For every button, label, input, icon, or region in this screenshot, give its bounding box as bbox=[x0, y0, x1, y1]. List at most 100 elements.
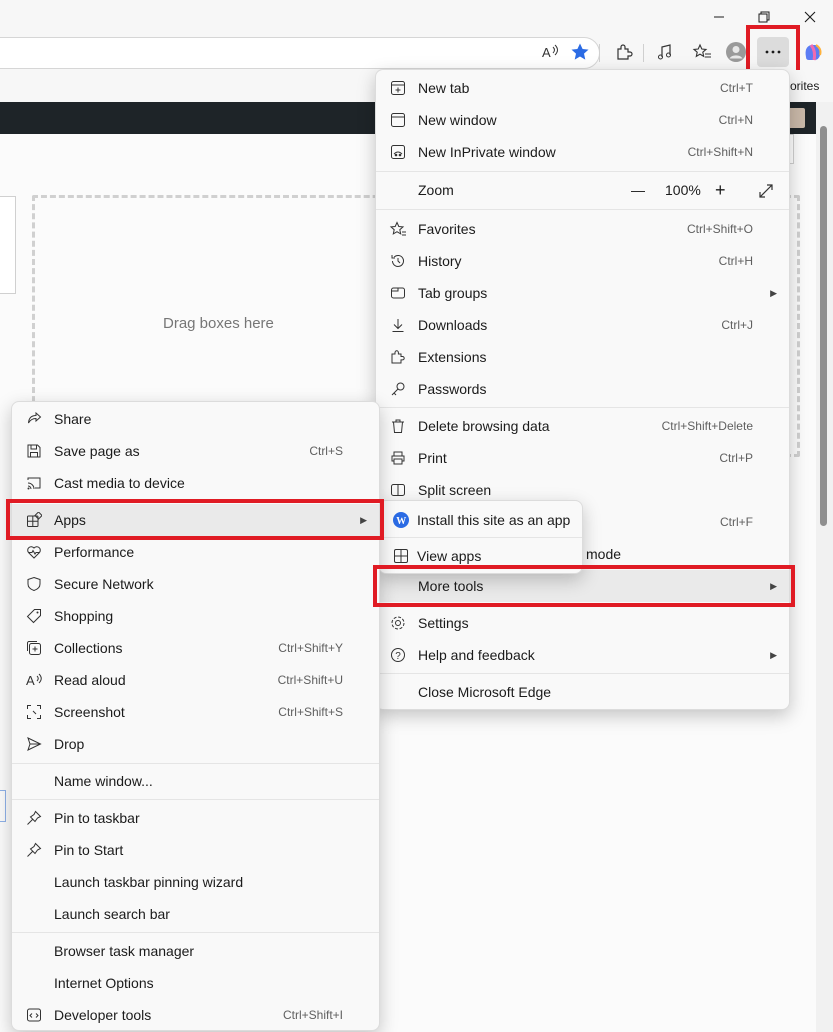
menu-item-name-window[interactable]: Name window... bbox=[12, 765, 379, 797]
menu-item-internet-options[interactable]: Internet Options bbox=[12, 967, 379, 999]
menu-item-screenshot[interactable]: Screenshot Ctrl+Shift+S bbox=[12, 696, 379, 728]
menu-item-new-window[interactable]: New window Ctrl+N bbox=[376, 104, 789, 136]
menu-item-tab-groups[interactable]: Tab groups ▶ bbox=[376, 277, 789, 309]
menu-item-settings[interactable]: Settings bbox=[376, 607, 789, 639]
submenu-arrow-icon: ▶ bbox=[770, 649, 777, 660]
menu-separator bbox=[376, 407, 789, 408]
menu-item-passwords[interactable]: Passwords bbox=[376, 373, 789, 405]
menu-item-developer-tools[interactable]: Developer tools Ctrl+Shift+I bbox=[12, 999, 379, 1031]
gear-icon bbox=[388, 613, 408, 633]
downloads-icon bbox=[388, 315, 408, 335]
svg-text:A: A bbox=[26, 673, 35, 688]
highlight-apps-item bbox=[6, 499, 384, 540]
split-screen-icon bbox=[388, 480, 408, 500]
close-icon bbox=[804, 11, 816, 23]
left-panel-edge[interactable] bbox=[0, 196, 16, 294]
menu-item-pin-start[interactable]: Pin to Start bbox=[12, 834, 379, 866]
menu-separator bbox=[379, 537, 582, 538]
favorites-bar-label[interactable]: orites bbox=[790, 79, 819, 93]
menu-item-secure-network[interactable]: Secure Network bbox=[12, 568, 379, 600]
toolbar-divider bbox=[643, 44, 644, 62]
menu-item-downloads[interactable]: Downloads Ctrl+J bbox=[376, 309, 789, 341]
shield-icon bbox=[24, 574, 44, 594]
media-control-icon[interactable] bbox=[651, 38, 679, 66]
collections-icon bbox=[24, 638, 44, 658]
apps-submenu: W Install this site as an app View apps bbox=[378, 500, 583, 574]
new-tab-icon bbox=[388, 78, 408, 98]
submenu-arrow-icon: ▶ bbox=[770, 287, 777, 298]
menu-separator bbox=[376, 171, 789, 172]
menu-item-collections[interactable]: Collections Ctrl+Shift+Y bbox=[12, 632, 379, 664]
menu-separator bbox=[12, 799, 379, 800]
menu-item-new-tab[interactable]: New tab Ctrl+T bbox=[376, 72, 789, 104]
screenshot-icon bbox=[24, 702, 44, 722]
zoom-level: 100% bbox=[665, 182, 701, 198]
toolbar-divider bbox=[599, 44, 600, 62]
menu-separator bbox=[376, 673, 789, 674]
menu-item-cast-media[interactable]: Cast media to device bbox=[12, 467, 379, 499]
menu-item-delete-browsing-data[interactable]: Delete browsing data Ctrl+Shift+Delete bbox=[376, 410, 789, 442]
read-aloud-icon[interactable]: A bbox=[536, 38, 564, 66]
menu-item-launch-search-bar[interactable]: Launch search bar bbox=[12, 898, 379, 930]
menu-separator bbox=[12, 763, 379, 764]
fullscreen-icon[interactable] bbox=[758, 183, 774, 202]
menu-item-share[interactable]: Share bbox=[12, 403, 379, 435]
menu-item-favorites[interactable]: Favorites Ctrl+Shift+O bbox=[376, 213, 789, 245]
menu-item-pin-taskbar[interactable]: Pin to taskbar bbox=[12, 802, 379, 834]
menu-item-save-page-as[interactable]: Save page as Ctrl+S bbox=[12, 435, 379, 467]
restore-icon bbox=[758, 11, 770, 23]
menu-item-install-site-as-app[interactable]: W Install this site as an app bbox=[379, 504, 582, 536]
heart-pulse-icon bbox=[24, 542, 44, 562]
favorite-star-icon[interactable] bbox=[566, 38, 594, 66]
new-window-icon bbox=[388, 110, 408, 130]
key-icon bbox=[388, 379, 408, 399]
tab-groups-icon bbox=[388, 283, 408, 303]
pin-icon bbox=[24, 840, 44, 860]
svg-text:A: A bbox=[542, 45, 551, 60]
extensions-puzzle-icon[interactable] bbox=[610, 38, 638, 66]
share-icon bbox=[24, 409, 44, 429]
menu-item-drop[interactable]: Drop bbox=[12, 728, 379, 760]
trash-icon bbox=[388, 416, 408, 436]
menu-item-performance[interactable]: Performance bbox=[12, 536, 379, 568]
minimize-button[interactable] bbox=[696, 0, 742, 34]
menu-item-extensions[interactable]: Extensions bbox=[376, 341, 789, 373]
menu-item-shopping[interactable]: Shopping bbox=[12, 600, 379, 632]
menu-item-launch-pinning-wizard[interactable]: Launch taskbar pinning wizard bbox=[12, 866, 379, 898]
favorites-list-icon[interactable] bbox=[688, 38, 716, 66]
favorites-icon bbox=[388, 219, 408, 239]
scrollbar-thumb[interactable] bbox=[820, 126, 827, 526]
menu-item-print[interactable]: Print Ctrl+P bbox=[376, 442, 789, 474]
wordpress-icon: W bbox=[391, 510, 411, 530]
zoom-out-button[interactable]: — bbox=[631, 182, 645, 198]
menu-separator bbox=[12, 932, 379, 933]
menu-separator bbox=[376, 209, 789, 210]
menu-item-help-feedback[interactable]: ? Help and feedback ▶ bbox=[376, 639, 789, 671]
inprivate-window-icon bbox=[388, 142, 408, 162]
apps-grid-icon bbox=[391, 546, 411, 566]
menu-item-history[interactable]: History Ctrl+H bbox=[376, 245, 789, 277]
svg-text:?: ? bbox=[395, 651, 401, 662]
menu-item-read-aloud[interactable]: A Read aloud Ctrl+Shift+U bbox=[12, 664, 379, 696]
menu-item-task-manager[interactable]: Browser task manager bbox=[12, 935, 379, 967]
send-icon bbox=[24, 734, 44, 754]
zoom-in-button[interactable]: + bbox=[715, 180, 726, 201]
menu-item-new-inprivate[interactable]: New InPrivate window Ctrl+Shift+N bbox=[376, 136, 789, 168]
cast-icon bbox=[24, 473, 44, 493]
read-aloud-icon: A bbox=[24, 670, 44, 690]
minimize-icon bbox=[714, 16, 724, 18]
left-input-edge[interactable] bbox=[0, 790, 6, 822]
help-icon: ? bbox=[388, 645, 408, 665]
address-bar[interactable] bbox=[0, 37, 600, 69]
drop-zone-label: Drag boxes here bbox=[163, 315, 274, 332]
save-icon bbox=[24, 441, 44, 461]
history-icon bbox=[388, 251, 408, 271]
menu-item-close-edge[interactable]: Close Microsoft Edge bbox=[376, 676, 789, 708]
extensions-icon bbox=[388, 347, 408, 367]
svg-text:W: W bbox=[396, 516, 406, 527]
copilot-icon[interactable] bbox=[799, 38, 827, 66]
pin-icon bbox=[24, 808, 44, 828]
more-tools-menu: Share Save page as Ctrl+S Cast media to … bbox=[11, 401, 380, 1031]
printer-icon bbox=[388, 448, 408, 468]
tag-icon bbox=[24, 606, 44, 626]
